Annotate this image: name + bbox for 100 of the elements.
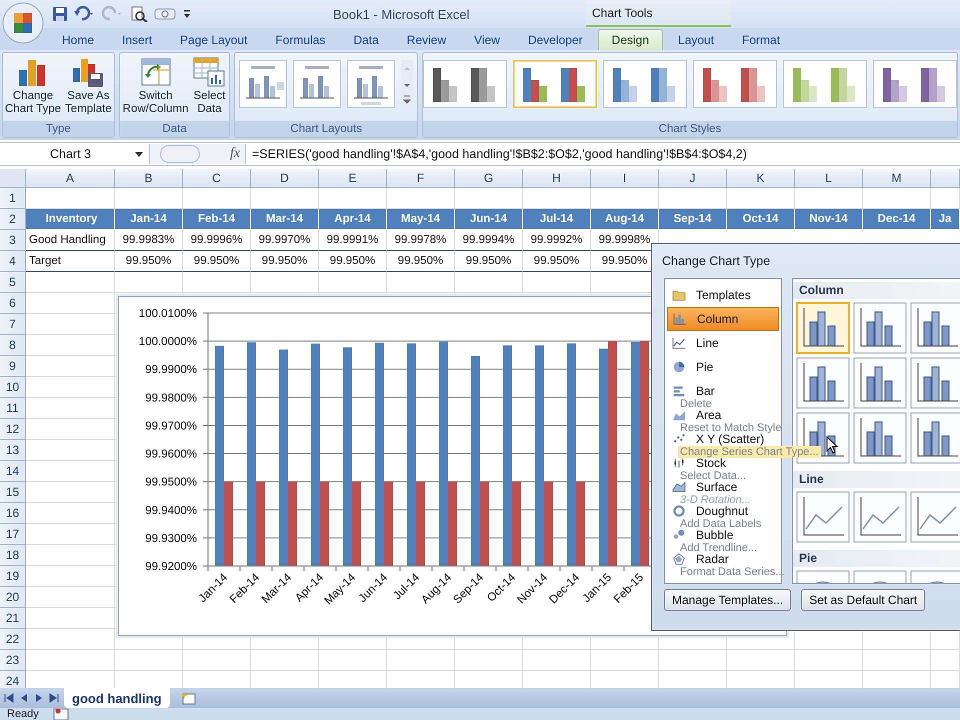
row-header[interactable]: 4 [0,251,26,272]
chart-type-item[interactable]: Surface [667,481,779,493]
row-header[interactable]: 14 [0,461,26,482]
row-header[interactable]: 8 [0,335,26,356]
letter-header[interactable]: D [251,169,319,188]
row-header[interactable]: 1 [0,188,26,209]
line-chart-thumbnail[interactable] [796,491,850,543]
letter-header[interactable]: G [455,169,523,188]
insert-function-button[interactable]: fx [230,146,240,162]
ribbon-tab[interactable]: Review [394,29,460,50]
letter-header[interactable]: H [523,169,591,188]
chart-layout-thumbnail[interactable] [347,60,396,108]
row-header[interactable]: 2 [0,209,26,230]
row-header[interactable]: 13 [0,440,26,461]
chart-type-item[interactable]: Pie [667,361,779,373]
grip-icon[interactable] [160,145,200,163]
ribbon-button[interactable]: Select Data [190,56,228,116]
row-header[interactable]: 20 [0,587,26,608]
ribbon-tab[interactable]: Design [598,29,664,50]
ribbon-tab[interactable]: Layout [665,29,728,50]
chart-type-item[interactable]: Stock [667,457,779,469]
column-chart-thumbnail[interactable] [853,302,907,354]
letter-header[interactable]: I [591,169,659,188]
letter-header[interactable]: F [387,169,455,188]
row-header[interactable]: 15 [0,482,26,503]
row-header[interactable]: 3 [0,230,26,251]
letter-header[interactable]: A [26,169,115,188]
formula-field[interactable]: =SERIES('good handling'!$A$4,'good handling'!$B$2:$O$2,'good handling'!$B$4:$O$4,2) [246,147,747,161]
chart-type-item[interactable]: Radar [667,553,779,565]
ribbon-tab[interactable]: Home [49,29,108,50]
letter-header[interactable] [931,169,960,188]
row-header[interactable]: 10 [0,377,26,398]
column-chart-thumbnail[interactable] [910,412,960,464]
chart-type-item[interactable]: Bubble [667,529,779,541]
row-header[interactable]: 19 [0,566,26,587]
chart-type-item[interactable]: Area [667,409,779,421]
row-header[interactable]: 18 [0,545,26,566]
row-header[interactable]: 5 [0,272,26,293]
letter-header[interactable]: C [183,169,251,188]
row-header[interactable]: 24 [0,671,26,689]
column-chart-thumbnail[interactable] [910,302,960,354]
menu-item[interactable]: Add Trendline... [678,542,760,554]
chart-type-item[interactable]: Line [667,337,779,349]
ribbon-tab[interactable]: Format [729,29,794,50]
redo-icon[interactable] [102,6,124,22]
chart-style-thumbnail[interactable] [693,60,777,108]
camera-icon[interactable] [154,7,176,21]
chart-style-thumbnail[interactable] [423,60,507,108]
column-chart-thumbnail[interactable] [796,302,850,354]
row-header[interactable]: 7 [0,314,26,335]
menu-item[interactable]: Reset to Match Style [678,422,784,434]
sheet-tab[interactable]: good handling [64,688,170,708]
row-header[interactable]: 9 [0,356,26,377]
letter-header[interactable]: M [863,169,931,188]
dialog-button[interactable]: Set as Default Chart [801,589,926,611]
ribbon-button[interactable]: Change Chart Type [3,56,64,116]
row-header[interactable]: 23 [0,650,26,671]
dialog-button[interactable]: Manage Templates... [664,589,792,611]
row-header[interactable]: 12 [0,419,26,440]
row-header[interactable]: 22 [0,629,26,650]
chart-style-thumbnail[interactable] [873,60,957,108]
print-preview-icon[interactable] [130,6,148,22]
letter-header[interactable]: K [727,169,795,188]
ribbon-button[interactable]: Save As Template [63,56,114,116]
menu-item[interactable]: Select Data... [678,470,748,482]
column-chart-thumbnail[interactable] [853,357,907,409]
chart-type-item[interactable]: Bar [667,385,779,397]
macro-record-icon[interactable] [52,707,69,720]
sheet-nav-icon[interactable] [2,692,16,704]
ribbon-tab[interactable]: Data [340,29,392,50]
chart-style-thumbnail[interactable] [783,60,867,108]
menu-item[interactable]: Add Data Labels [678,518,764,530]
ribbon-tab[interactable]: Insert [109,29,166,50]
chart-style-thumbnail[interactable] [603,60,687,108]
undo-icon[interactable] [74,6,96,22]
sheet-nav-icon[interactable] [47,692,61,704]
row-header[interactable]: 16 [0,503,26,524]
letter-header[interactable]: J [659,169,727,188]
line-chart-thumbnail[interactable] [853,491,907,543]
ribbon-tab[interactable]: Page Layout [167,29,260,50]
chart-style-thumbnail[interactable] [513,60,597,108]
customize-dropdown-icon[interactable] [182,8,192,20]
ribbon-tab[interactable]: Formulas [262,29,338,50]
chart-layout-thumbnail[interactable] [293,60,342,108]
row-header[interactable]: 6 [0,293,26,314]
letter-header[interactable]: L [795,169,863,188]
chart-type-item[interactable]: X Y (Scatter) [667,433,779,445]
ribbon-button[interactable]: Switch Row/Column [120,56,190,116]
row-header[interactable]: 11 [0,398,26,419]
line-chart-thumbnail[interactable] [910,491,960,543]
save-icon[interactable] [52,6,68,22]
column-chart-thumbnail[interactable] [796,357,850,409]
letter-header[interactable]: E [319,169,387,188]
menu-item[interactable]: Delete [678,398,714,410]
ribbon-tab[interactable]: View [461,29,513,50]
column-chart-thumbnail[interactable] [910,357,960,409]
chart-type-item[interactable]: Column [667,307,779,331]
row-header[interactable]: 17 [0,524,26,545]
row-header[interactable]: 21 [0,608,26,629]
column-chart-thumbnail[interactable] [853,412,907,464]
